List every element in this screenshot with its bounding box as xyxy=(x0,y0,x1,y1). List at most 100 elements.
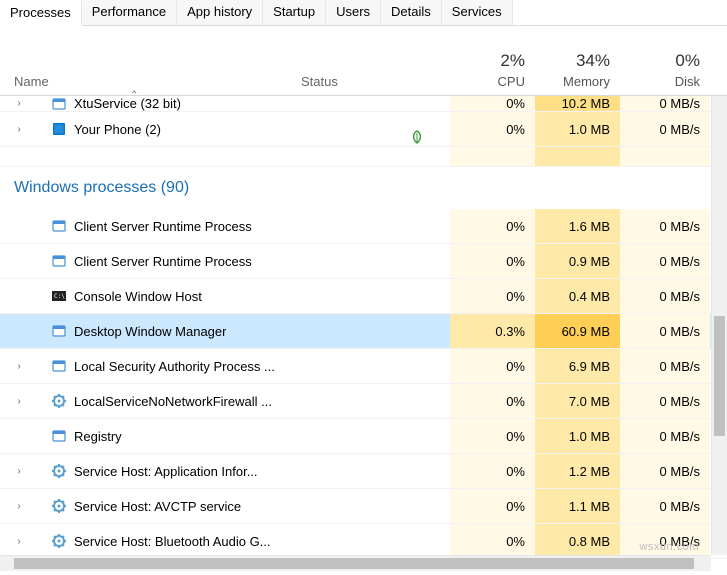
group-header-windows-processes[interactable]: Windows processes (90) xyxy=(0,167,727,209)
process-row[interactable]: ›Registry0%1.0 MB0 MB/s xyxy=(0,419,727,454)
cell-cpu: 0% xyxy=(450,419,535,453)
cell-cpu: 0% xyxy=(450,489,535,523)
header-cpu[interactable]: 2% CPU xyxy=(450,74,535,91)
cell-cpu: 0% xyxy=(450,349,535,383)
cell-disk: 0 MB/s xyxy=(620,244,710,278)
tab-performance[interactable]: Performance xyxy=(82,0,177,25)
tab-processes[interactable]: Processes xyxy=(0,1,82,26)
cell-disk: 0 MB/s xyxy=(620,419,710,453)
header-disk-label: Disk xyxy=(675,74,700,89)
gear-icon xyxy=(50,392,68,410)
gear-icon xyxy=(50,532,68,550)
cell-memory: 10.2 MB xyxy=(535,96,620,111)
process-row[interactable]: ›Your Phone (2)0%1.0 MB0 MB/s xyxy=(0,112,727,147)
tabs-bar: ProcessesPerformanceApp historyStartupUs… xyxy=(0,0,727,26)
cell-memory: 1.1 MB xyxy=(535,489,620,523)
cell-cpu xyxy=(450,147,535,166)
header-name[interactable]: ⌃ Name xyxy=(0,74,295,91)
process-row[interactable]: › Service Host: Application Infor... 0%1.2… xyxy=(0,454,727,489)
expand-chevron-icon[interactable]: › xyxy=(14,501,24,512)
horizontal-scrollbar-thumb[interactable] xyxy=(14,558,694,569)
cell-memory: 6.9 MB xyxy=(535,349,620,383)
cell-cpu: 0% xyxy=(450,209,535,243)
header-disk[interactable]: 0% Disk xyxy=(620,74,710,91)
process-name: Service Host: AVCTP service xyxy=(74,499,241,514)
process-row[interactable]: ›Client Server Runtime Process0%1.6 MB0 … xyxy=(0,209,727,244)
process-name: LocalServiceNoNetworkFirewall ... xyxy=(74,394,272,409)
expand-chevron-icon[interactable]: › xyxy=(14,396,24,407)
cell-name: ›Your Phone (2) xyxy=(0,120,295,138)
cell-name: ›Local Security Authority Process ... xyxy=(0,357,295,375)
cell-name: › XtuService (32 bit) xyxy=(0,95,295,113)
cell-disk: 0 MB/s xyxy=(620,279,710,313)
process-row[interactable]: › XtuService (32 bit) 0%10.2 MB0 MB/s xyxy=(0,96,727,112)
process-name: Desktop Window Manager xyxy=(74,324,226,339)
header-cpu-label: CPU xyxy=(498,74,525,89)
header-name-label: Name xyxy=(14,74,49,89)
expand-chevron-icon[interactable]: › xyxy=(14,466,24,477)
tab-users[interactable]: Users xyxy=(326,0,381,25)
cell-name: › LocalServiceNoNetworkFirewall ... xyxy=(0,392,295,410)
cell-cpu: 0% xyxy=(450,524,535,558)
header-memory-percent: 34% xyxy=(576,51,610,71)
cell-disk: 0 MB/s xyxy=(620,96,710,111)
spacer-row xyxy=(0,147,727,167)
tab-details[interactable]: Details xyxy=(381,0,442,25)
cell-memory: 0.8 MB xyxy=(535,524,620,558)
cell-cpu: 0% xyxy=(450,279,535,313)
process-name: Registry xyxy=(74,429,122,444)
cell-memory: 60.9 MB xyxy=(535,314,620,348)
cell-memory: 1.2 MB xyxy=(535,454,620,488)
process-name: XtuService (32 bit) xyxy=(74,96,181,111)
header-status-label: Status xyxy=(301,74,338,89)
cell-name: ›Client Server Runtime Process xyxy=(0,252,295,270)
process-row[interactable]: ›Console Window Host0%0.4 MB0 MB/s xyxy=(0,279,727,314)
cell-name: ›Client Server Runtime Process xyxy=(0,217,295,235)
gear-icon xyxy=(50,497,68,515)
gear-icon xyxy=(50,462,68,480)
process-row[interactable]: ›Local Security Authority Process ... 0%6… xyxy=(0,349,727,384)
app-blue-outline-icon xyxy=(50,427,68,445)
cell-disk xyxy=(620,147,710,166)
cell-memory: 1.0 MB xyxy=(535,419,620,453)
header-cpu-percent: 2% xyxy=(500,51,525,71)
header-status[interactable]: Status xyxy=(295,74,450,91)
cell-cpu: 0% xyxy=(450,384,535,418)
expand-chevron-icon[interactable]: › xyxy=(14,536,24,547)
cell-disk: 0 MB/s xyxy=(620,349,710,383)
cell-cpu: 0% xyxy=(450,454,535,488)
header-memory[interactable]: 34% Memory xyxy=(535,74,620,91)
expand-chevron-icon[interactable]: › xyxy=(14,98,24,109)
process-row[interactable]: ›Desktop Window Manager0.3%60.9 MB0 MB/s xyxy=(0,314,727,349)
cell-name: ›Desktop Window Manager xyxy=(0,322,295,340)
process-row[interactable]: ›Service Host: AVCTP service0%1.1 MB0 MB… xyxy=(0,489,727,524)
cell-disk: 0 MB/s xyxy=(620,454,710,488)
console-icon xyxy=(50,287,68,305)
app-blue-outline-icon xyxy=(50,95,68,113)
cell-name: ›Service Host: Bluetooth Audio G... xyxy=(0,532,295,550)
watermark: wsxdn.com xyxy=(639,541,699,553)
tab-startup[interactable]: Startup xyxy=(263,0,326,25)
cell-cpu: 0% xyxy=(450,112,535,146)
process-row[interactable]: ›LocalServiceNoNetworkFirewall ...0%7.0 … xyxy=(0,384,727,419)
app-blue-outline-icon xyxy=(50,252,68,270)
app-blue-outline-icon xyxy=(50,357,68,375)
expand-chevron-icon[interactable]: › xyxy=(14,124,24,135)
process-name: Console Window Host xyxy=(74,289,202,304)
process-row[interactable]: ›Service Host: Bluetooth Audio G... 0%0.8… xyxy=(0,524,727,559)
cell-cpu: 0% xyxy=(450,96,535,111)
vertical-scrollbar-thumb[interactable] xyxy=(714,316,725,436)
process-name: Client Server Runtime Process xyxy=(74,219,252,234)
horizontal-scrollbar[interactable] xyxy=(0,555,711,571)
process-list: ›XtuService (32 bit)0%10.2 MB0 MB/s›Your… xyxy=(0,96,727,559)
process-name: Client Server Runtime Process xyxy=(74,254,252,269)
process-name: Service Host: Application Infor... xyxy=(74,464,258,479)
process-row[interactable]: ›Client Server Runtime Process0%0.9 MB0 … xyxy=(0,244,727,279)
tab-services[interactable]: Services xyxy=(442,0,513,25)
vertical-scrollbar[interactable] xyxy=(711,96,727,555)
cell-cpu: 0% xyxy=(450,244,535,278)
cell-memory xyxy=(535,147,620,166)
cell-disk: 0 MB/s xyxy=(620,209,710,243)
expand-chevron-icon[interactable]: › xyxy=(14,361,24,372)
tab-app-history[interactable]: App history xyxy=(177,0,263,25)
